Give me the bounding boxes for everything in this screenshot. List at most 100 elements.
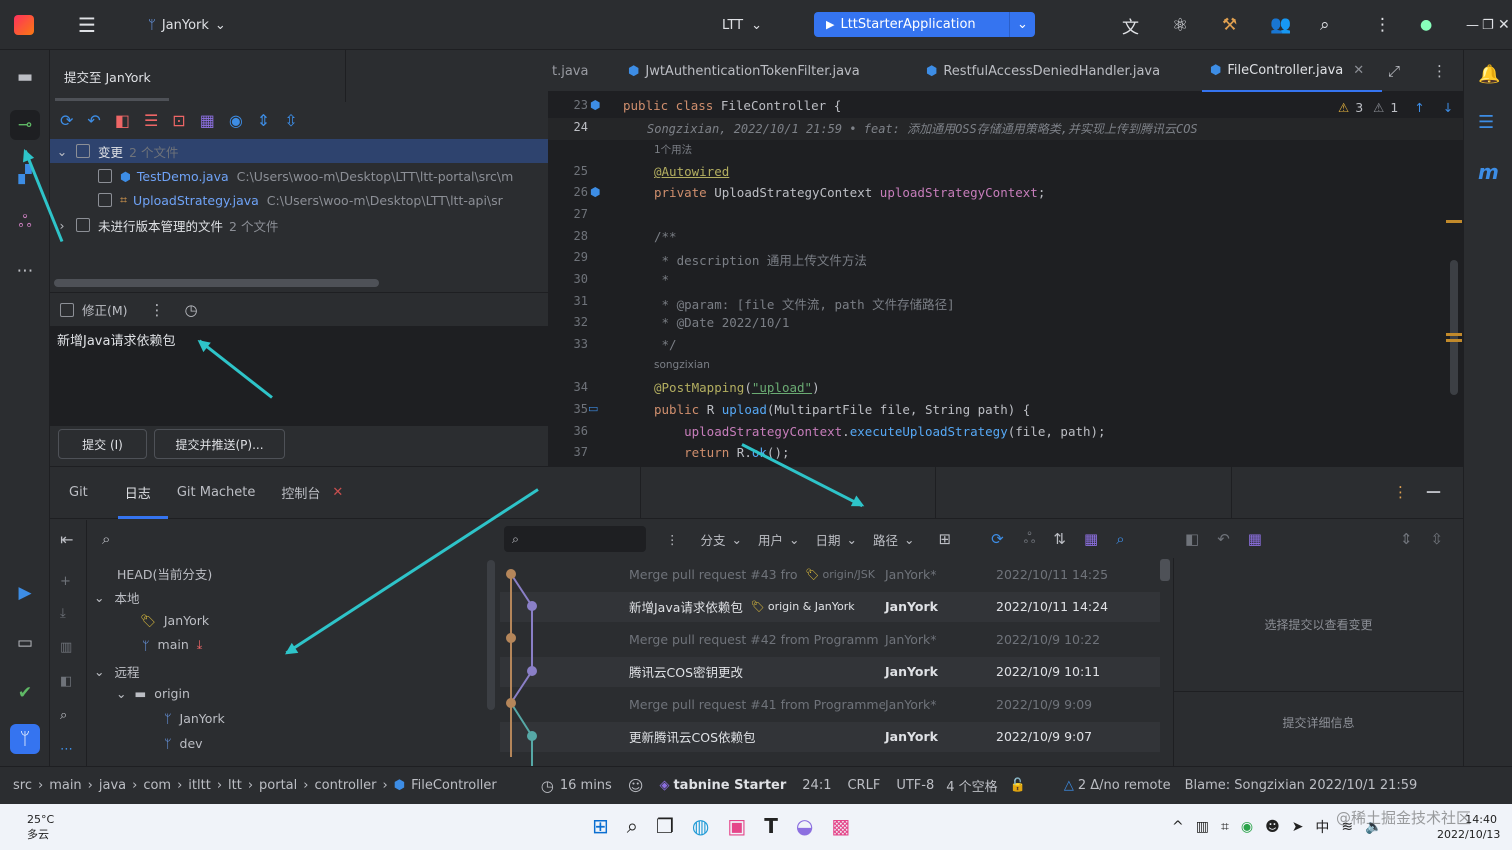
log-scrollbar[interactable] [1160,559,1170,581]
restore-icon[interactable]: ❐ [1482,0,1494,50]
search-icon[interactable]: ⌕ [1116,530,1124,548]
project-folder-icon[interactable]: ▬ [10,62,40,92]
more-vertical-icon[interactable]: ⋮ [1393,483,1408,501]
more-vertical-icon[interactable]: ⋮ [1432,50,1447,92]
collapse-all-icon[interactable]: ⇳ [1431,530,1444,548]
app-icon[interactable]: ◒ [796,814,813,838]
refresh-icon[interactable]: ⟳ [60,111,73,130]
unversioned-group[interactable]: › 未进行版本管理的文件 2 个文件 [54,213,504,237]
changes-checkbox[interactable] [76,144,90,158]
terminal-icon[interactable]: ▭ [10,628,40,658]
translate-icon[interactable]: 文 [1122,0,1139,50]
add-icon[interactable]: + [60,574,71,589]
breadcrumb-item[interactable]: portal [259,778,297,793]
commit-row[interactable]: Merge pull request #42 from Programm JanY… [500,624,1160,654]
filter-path[interactable]: 路径 [873,530,898,549]
tab-log[interactable]: 日志 [125,483,151,502]
more-vertical-icon[interactable]: ⋮ [1374,0,1391,50]
users-icon[interactable]: 👥 [1270,0,1291,50]
branch-item[interactable]: 🏷 JanYork [140,613,209,629]
graph-node[interactable] [506,698,516,708]
branch-item[interactable]: ᛘ main ⤓ [142,637,202,653]
history-icon[interactable]: ◷ [185,301,198,319]
commit-message-input[interactable]: 新增Java请求依赖包 [50,326,548,426]
indent[interactable]: 4 个空格 [946,776,997,795]
search-icon[interactable]: ⌕ [1320,0,1330,50]
graph-node[interactable] [506,633,516,643]
branch-group-remote[interactable]: ⌄ 远程 [94,662,140,681]
maven-icon[interactable]: m [1478,160,1499,184]
commit-row[interactable]: Merge pull request #43 fro 🏷 origin/JSK Jan… [500,559,1160,589]
database-icon[interactable]: ☰ [1478,112,1494,133]
horizontal-scrollbar[interactable] [54,279,379,287]
layout-icon[interactable]: ▦ [1248,530,1262,548]
tab-file-controller[interactable]: ⬢ FileController.java ✕ [1202,50,1382,92]
edge-icon[interactable]: ◍ [692,814,709,838]
breadcrumb-item[interactable]: controller [314,778,376,793]
chevron-down-icon[interactable]: ⌄ [1009,12,1035,37]
avatar[interactable]: ● [1420,0,1432,50]
atom-icon[interactable]: ⚛ [1172,0,1188,50]
chevron-up-icon[interactable]: ^ [1172,819,1184,835]
line-separator[interactable]: CRLF [847,778,880,793]
amend-checkbox[interactable] [60,302,74,317]
graph-node[interactable] [506,569,516,579]
arrow-down-icon[interactable]: ↓ [1443,100,1453,115]
graph-node[interactable] [527,731,537,741]
unlock-icon[interactable]: 🔓 [1010,778,1026,793]
git-graph-icon[interactable]: ஃ [10,208,40,238]
search-icon[interactable]: ⌕ [627,814,638,838]
amend-label[interactable]: 修正(M) [82,300,128,319]
project-selector[interactable]: LTT ⌄ [722,0,762,50]
unversioned-checkbox[interactable] [76,218,90,232]
maximize-icon[interactable]: ⤢ [1388,50,1400,92]
commit-row[interactable]: Merge pull request #41 from Programme Jan… [500,689,1160,719]
commit-row[interactable]: 更新腾讯云COS依赖包 JanYork 2022/10/9 9:07 [500,721,1160,752]
more-vertical-icon[interactable]: ⋮ [150,301,165,319]
collapse-all-icon[interactable]: ⇳ [284,111,297,130]
copilot-icon[interactable]: ☺ [628,777,644,795]
tab-partial[interactable]: t.java [552,50,588,92]
file-checkbox[interactable] [98,193,112,207]
zoom-icon[interactable]: ⌕ [60,708,67,723]
collapse-sidebar-icon[interactable]: ⇤ [60,530,73,549]
branch-item[interactable]: ᛘ JanYork [164,711,225,726]
tab-git[interactable]: Git [69,485,88,500]
graph-node[interactable] [527,666,537,676]
delete-icon[interactable]: ▥ [60,640,72,655]
more-horizontal-icon[interactable]: ⋯ [60,742,73,757]
minimize-icon[interactable]: — [1466,0,1479,50]
breadcrumb-item[interactable]: java [99,778,126,793]
remote-origin[interactable]: ⌄ ▬ origin [116,686,190,701]
breadcrumb-item[interactable]: com [143,778,171,793]
typora-icon[interactable]: T [764,814,778,838]
filter-date[interactable]: 日期 [816,530,841,549]
main-menu-icon[interactable]: ☰ [78,0,96,50]
eye-icon[interactable]: ◉ [229,111,243,130]
sort-icon[interactable]: ⇅ [1053,530,1066,548]
undo-icon[interactable]: ↶ [1217,530,1230,548]
chevron-down-icon[interactable]: ⌄ [54,144,70,159]
breadcrumb-item[interactable]: src [13,778,32,793]
weather-widget[interactable]: 25°C 多云 [27,812,54,842]
bean-gutter-icon[interactable]: ⬢ [590,185,600,199]
author-hint[interactable]: songzixian [654,359,710,371]
log-search-input[interactable]: ⌕ [504,526,646,552]
breadcrumb-item[interactable]: ltt [228,778,242,793]
rollback-icon[interactable]: ↶ [87,111,100,130]
file-checkbox[interactable] [98,169,112,183]
commit-tab[interactable]: 提交至 JanYork [50,50,346,102]
tab-restful-handler[interactable]: ⬢ RestfulAccessDeniedHandler.java [926,50,1160,92]
group-icon[interactable]: ▦ [200,111,215,130]
tray-icon[interactable]: ⌗ [1221,819,1229,835]
inspection-widget[interactable]: ⚠ 3 ⚠ 1 ↑ ↓ [1338,100,1453,115]
new-tab-icon[interactable]: ⊞ [939,530,952,548]
diff-icon[interactable]: ◧ [115,111,130,130]
send-icon[interactable]: ➤ [1292,819,1304,835]
download-icon[interactable]: ⊡ [172,111,185,130]
expand-all-icon[interactable]: ⇕ [257,111,270,130]
qq-icon[interactable]: ☻ [1265,819,1280,835]
branch-selector[interactable]: ᛘ JanYork ⌄ [148,0,226,50]
branch-head[interactable]: HEAD(当前分支) [117,564,212,583]
layout-icon[interactable]: ▦ [1084,530,1098,548]
